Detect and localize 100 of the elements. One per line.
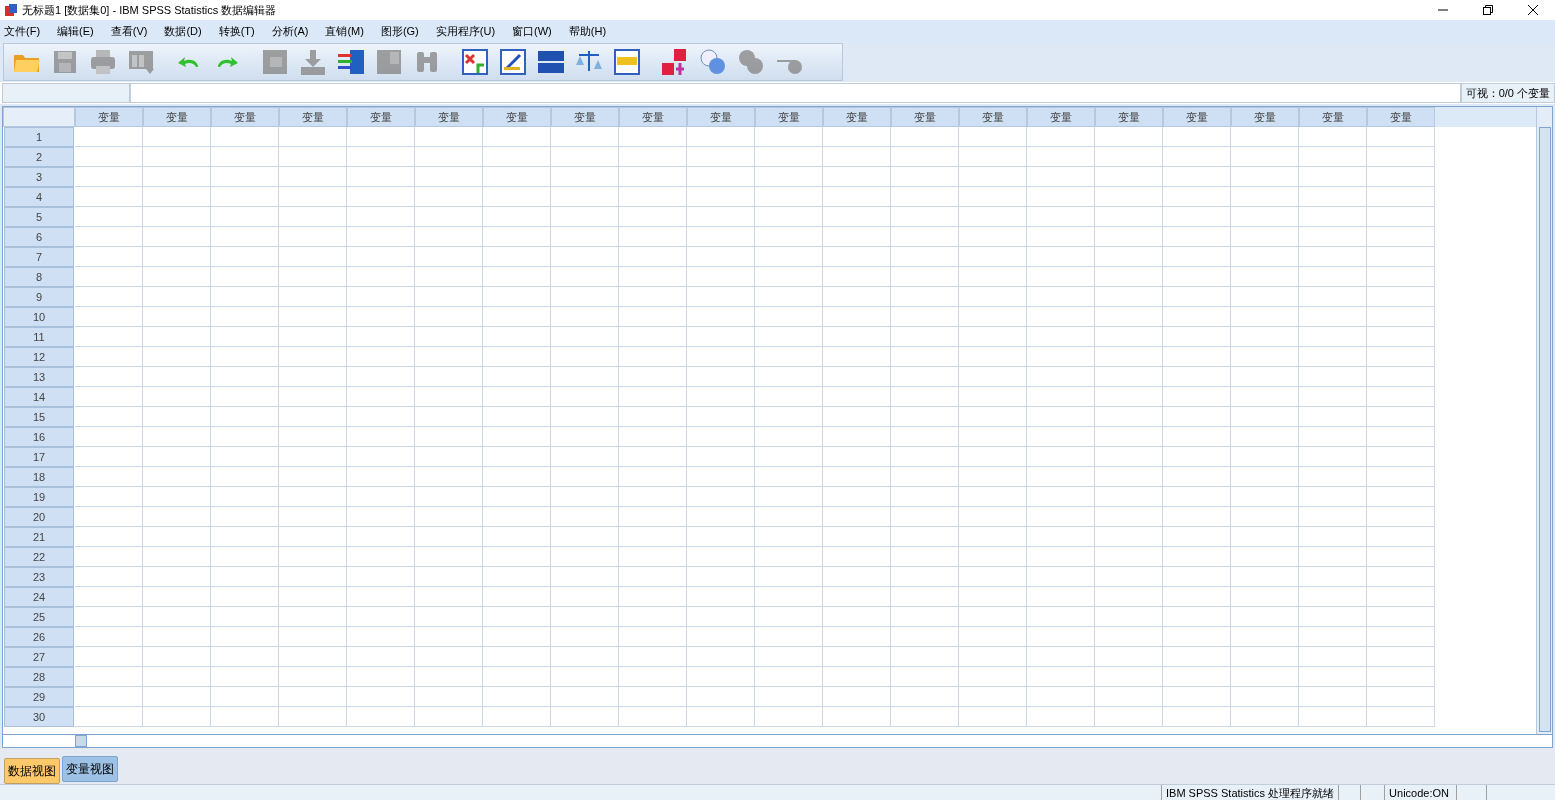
row-header[interactable]: 27 [4,647,74,667]
grid-row[interactable] [75,147,1435,167]
grid-row[interactable] [75,467,1435,487]
column-header[interactable]: 变量 [211,107,279,127]
row-header[interactable]: 12 [4,347,74,367]
column-header[interactable]: 变量 [279,107,347,127]
grid-row[interactable] [75,407,1435,427]
grid-row[interactable] [75,247,1435,267]
grid-row[interactable] [75,627,1435,647]
row-header[interactable]: 22 [4,547,74,567]
row-header[interactable]: 11 [4,327,74,347]
grid-row[interactable] [75,587,1435,607]
column-header[interactable]: 变量 [619,107,687,127]
row-header[interactable]: 15 [4,407,74,427]
grid-row[interactable] [75,207,1435,227]
view-tab[interactable]: 变量视图 [62,756,118,782]
column-header[interactable]: 变量 [891,107,959,127]
row-header[interactable]: 17 [4,447,74,467]
column-header[interactable]: 变量 [823,107,891,127]
menu-item[interactable]: 帮助(H) [564,22,611,40]
column-header[interactable]: 变量 [347,107,415,127]
grid-row[interactable] [75,167,1435,187]
row-header[interactable]: 13 [4,367,74,387]
grid-row[interactable] [75,307,1435,327]
grid-row[interactable] [75,427,1435,447]
row-header[interactable]: 25 [4,607,74,627]
grid-row[interactable] [75,547,1435,567]
row-header[interactable]: 5 [4,207,74,227]
row-header[interactable]: 6 [4,227,74,247]
column-header[interactable]: 变量 [75,107,143,127]
close-icon [1527,5,1538,15]
column-header[interactable]: 变量 [1367,107,1435,127]
row-header[interactable]: 26 [4,627,74,647]
grid-row[interactable] [75,127,1435,147]
restore-icon [1482,5,1493,15]
menu-item[interactable]: 文件(F) [0,22,45,40]
row-header[interactable]: 10 [4,307,74,327]
grid-row[interactable] [75,607,1435,627]
menu-item[interactable]: 窗口(W) [508,22,556,40]
grid-row[interactable] [75,227,1435,247]
column-header[interactable]: 变量 [551,107,619,127]
column-header[interactable]: 变量 [1231,107,1299,127]
column-header[interactable]: 变量 [1163,107,1231,127]
row-header[interactable]: 14 [4,387,74,407]
grid-row[interactable] [75,267,1435,287]
grid-row[interactable] [75,647,1435,667]
column-header[interactable]: 变量 [143,107,211,127]
row-header[interactable]: 19 [4,487,74,507]
cell-reference-field[interactable] [2,83,130,103]
grid-row[interactable] [75,527,1435,547]
grid-row[interactable] [75,507,1435,527]
row-header[interactable]: 8 [4,267,74,287]
grid-row[interactable] [75,487,1435,507]
row-header[interactable]: 9 [4,287,74,307]
column-header[interactable]: 变量 [1027,107,1095,127]
menu-item[interactable]: 编辑(E) [53,22,98,40]
menu-item[interactable]: 查看(V) [106,22,152,40]
grid-row[interactable] [75,687,1435,707]
grid-row[interactable] [75,667,1435,687]
grid-row[interactable] [75,387,1435,407]
row-header[interactable]: 29 [4,687,74,707]
app-icon [4,3,18,17]
menu-item[interactable]: 数据(D) [160,22,206,40]
column-header[interactable]: 变量 [1299,107,1367,127]
grid-row[interactable] [75,327,1435,347]
row-header[interactable]: 28 [4,667,74,687]
menu-item[interactable]: 分析(A) [267,22,313,40]
menu-item[interactable]: 转换(T) [214,22,259,40]
row-header[interactable]: 1 [4,127,74,147]
cell-editor-field[interactable] [130,83,1461,103]
grid-row[interactable] [75,447,1435,467]
column-header[interactable]: 变量 [959,107,1027,127]
row-header[interactable]: 23 [4,567,74,587]
row-header[interactable]: 18 [4,467,74,487]
grid-row[interactable] [75,707,1435,727]
view-tab[interactable]: 数据视图 [4,758,60,784]
menu-item[interactable]: 直销(M) [321,22,368,40]
menu-item[interactable]: 图形(G) [376,22,423,40]
menu-item[interactable]: 实用程序(U) [431,22,500,40]
grid-row[interactable] [75,347,1435,367]
grid-row[interactable] [75,287,1435,307]
column-header[interactable]: 变量 [415,107,483,127]
row-header[interactable]: 20 [4,507,74,527]
horizontal-scrollbar[interactable] [3,734,1552,747]
grid-row[interactable] [75,187,1435,207]
column-header[interactable]: 变量 [483,107,551,127]
row-header[interactable]: 4 [4,187,74,207]
vertical-scrollbar[interactable] [1536,107,1552,734]
grid-row[interactable] [75,367,1435,387]
column-header[interactable]: 变量 [1095,107,1163,127]
row-header[interactable]: 3 [4,167,74,187]
row-header[interactable]: 16 [4,427,74,447]
row-header[interactable]: 24 [4,587,74,607]
row-header[interactable]: 7 [4,247,74,267]
row-header[interactable]: 21 [4,527,74,547]
row-header[interactable]: 2 [4,147,74,167]
grid-row[interactable] [75,567,1435,587]
column-header[interactable]: 变量 [755,107,823,127]
row-header[interactable]: 30 [4,707,74,727]
column-header[interactable]: 变量 [687,107,755,127]
